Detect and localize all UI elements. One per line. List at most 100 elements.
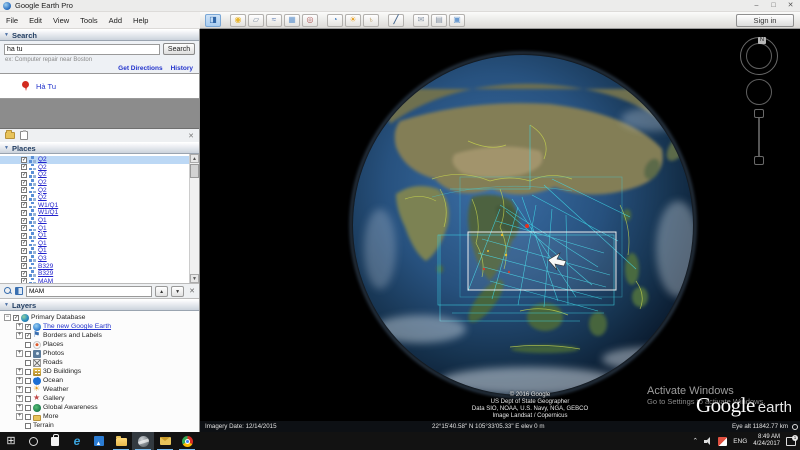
places-item-label[interactable]: Q2 <box>38 187 47 194</box>
speaker-icon[interactable] <box>704 437 712 445</box>
checkbox-checked-icon[interactable]: ✓ <box>21 225 27 232</box>
places-item-q3[interactable]: ✓ Q3 <box>0 255 189 263</box>
earth-viewport[interactable]: N © 2016 Google US Dept of State Geograph… <box>200 29 800 432</box>
places-item-w1-q1[interactable]: ✓ W1/Q1 <box>0 209 189 217</box>
print-button[interactable]: ▤ <box>431 13 447 27</box>
places-scrollbar[interactable]: ▲ ▼ <box>189 154 199 283</box>
menu-item-file[interactable]: File <box>6 16 18 25</box>
places-item-label[interactable]: Q1 <box>38 217 47 224</box>
search-button[interactable]: Search <box>163 43 195 55</box>
checkbox-unchecked-icon[interactable] <box>25 404 31 411</box>
checkbox-checked-icon[interactable]: ✓ <box>21 187 27 194</box>
layer-item-places[interactable]: Places <box>0 340 199 349</box>
taskbar-photos-button[interactable] <box>88 432 110 450</box>
layer-item-terrain[interactable]: Terrain <box>0 421 199 430</box>
places-item-q1[interactable]: ✓ Q1 <box>0 224 189 232</box>
taskbar-chrome-button[interactable] <box>176 432 198 450</box>
places-find-input[interactable] <box>26 285 153 297</box>
places-item-label[interactable]: Q1 <box>38 232 47 239</box>
checkbox-unchecked-icon[interactable] <box>25 413 31 420</box>
checkbox-checked-icon[interactable]: ✓ <box>21 278 27 283</box>
expander-plus-icon[interactable]: + <box>16 350 23 357</box>
places-item-label[interactable]: Q2 <box>38 171 47 178</box>
checkbox-unchecked-icon[interactable] <box>25 368 31 375</box>
places-item-label[interactable]: Q1 <box>38 240 47 247</box>
places-item-label[interactable]: W1/Q1 <box>38 202 58 209</box>
places-item-q2[interactable]: ✓ Q2 <box>0 171 189 179</box>
layer-item-global-awareness[interactable]: + Global Awareness <box>0 403 199 412</box>
close-button[interactable]: ✕ <box>783 1 798 11</box>
earth-globe[interactable] <box>200 29 800 421</box>
layers-panel-header[interactable]: ▼ Layers <box>0 299 199 311</box>
expander-plus-icon[interactable]: + <box>16 377 23 384</box>
checkbox-checked-icon[interactable]: ✓ <box>25 323 31 330</box>
taskbar-edge-button[interactable]: e <box>66 432 88 450</box>
places-item-label[interactable]: B329 <box>38 270 53 277</box>
taskbar-clock[interactable]: 8:49 AM 4/24/2017 <box>753 434 780 448</box>
add-polygon-button[interactable]: ▱ <box>248 13 264 27</box>
places-item-b329[interactable]: ✓ B329 <box>0 262 189 270</box>
scrollbar-thumb[interactable] <box>190 164 199 178</box>
taskbar-file-explorer-button[interactable] <box>110 432 132 450</box>
add-path-button[interactable]: ≈ <box>266 13 282 27</box>
expander-plus-icon[interactable]: + <box>16 332 23 339</box>
zoom-out-button[interactable] <box>754 156 764 165</box>
email-button[interactable]: ✉ <box>413 13 429 27</box>
checkbox-checked-icon[interactable]: ✓ <box>21 179 27 186</box>
language-indicator[interactable]: ENG <box>733 438 747 445</box>
hidden-icons-chevron[interactable]: ⌃ <box>692 437 698 445</box>
places-item-q1[interactable]: ✓ Q1 <box>0 217 189 225</box>
layer-item-borders-and-labels[interactable]: +✓ Borders and Labels <box>0 330 199 340</box>
layer-item-the-new-google-earth[interactable]: + ✓ The new Google Earth <box>0 322 199 331</box>
expander-plus-icon[interactable]: + <box>16 404 23 411</box>
find-next-button[interactable]: ▼ <box>171 285 185 297</box>
menu-item-view[interactable]: View <box>53 16 69 25</box>
checkbox-unchecked-icon[interactable] <box>25 377 31 384</box>
checkbox-checked-icon[interactable]: ✓ <box>21 209 27 216</box>
places-item-q2[interactable]: ✓ Q2 <box>0 186 189 194</box>
clear-results-icon[interactable]: ✕ <box>188 132 194 140</box>
sign-in-button[interactable]: Sign in <box>736 14 794 27</box>
sunlight-button[interactable]: ☀ <box>345 13 361 27</box>
layer-item-photos[interactable]: + Photos <box>0 349 199 358</box>
taskbar-mail-button[interactable] <box>154 432 176 450</box>
minimize-button[interactable]: – <box>749 1 764 11</box>
layer-item-ocean[interactable]: + Ocean <box>0 375 199 385</box>
expander-plus-icon[interactable]: + <box>16 413 23 420</box>
expander-plus-icon[interactable]: + <box>16 386 23 393</box>
find-magnifier-icon[interactable] <box>4 287 12 295</box>
menu-item-edit[interactable]: Edit <box>29 16 42 25</box>
toggle-sidebar-button[interactable]: ◨ <box>205 13 221 27</box>
layer-item-roads[interactable]: Roads <box>0 358 199 367</box>
add-image-overlay-button[interactable]: ▦ <box>284 13 300 27</box>
save-image-button[interactable]: ▣ <box>449 13 465 27</box>
layer-item-3d-buildings[interactable]: +3D Buildings <box>0 367 199 376</box>
checkbox-checked-icon[interactable]: ✓ <box>21 255 27 262</box>
compass-north-button[interactable]: N <box>758 37 766 44</box>
zoom-slider[interactable] <box>754 109 764 165</box>
find-previous-button[interactable]: ▲ <box>155 285 169 297</box>
checkbox-checked-icon[interactable]: ✓ <box>21 217 27 224</box>
look-joystick[interactable]: N <box>740 37 778 75</box>
add-placemark-button[interactable]: ◉ <box>230 13 246 27</box>
checkbox-unchecked-icon[interactable] <box>25 341 31 348</box>
checkbox-checked-icon[interactable]: ✓ <box>25 332 31 339</box>
checkbox-unchecked-icon[interactable] <box>25 395 31 402</box>
places-panel-header[interactable]: ▼ Places <box>0 142 199 154</box>
maximize-button[interactable]: □ <box>766 1 781 11</box>
checkbox-checked-icon[interactable]: ✓ <box>21 202 27 209</box>
search-result-item[interactable]: Hà Tu <box>0 73 199 99</box>
historical-imagery-button[interactable]: ◔ <box>327 13 343 27</box>
places-item-q2[interactable]: ✓ Q2 <box>0 194 189 202</box>
places-item-label[interactable]: Q2 <box>38 194 47 201</box>
search-panel-header[interactable]: ▼ Search <box>0 29 199 41</box>
menu-item-help[interactable]: Help <box>133 16 148 25</box>
places-item-label[interactable]: Q1 <box>38 247 47 254</box>
find-clear-icon[interactable]: ✕ <box>189 287 195 295</box>
checkbox-unchecked-icon[interactable] <box>25 359 31 366</box>
places-item-label[interactable]: B329 <box>38 263 53 270</box>
places-item-label[interactable]: Q1 <box>38 225 47 232</box>
checkbox-checked-icon[interactable]: ✓ <box>13 314 19 321</box>
checkbox-checked-icon[interactable]: ✓ <box>21 194 27 201</box>
layer-item-primary-database[interactable]: − ✓ Primary Database <box>0 313 199 322</box>
